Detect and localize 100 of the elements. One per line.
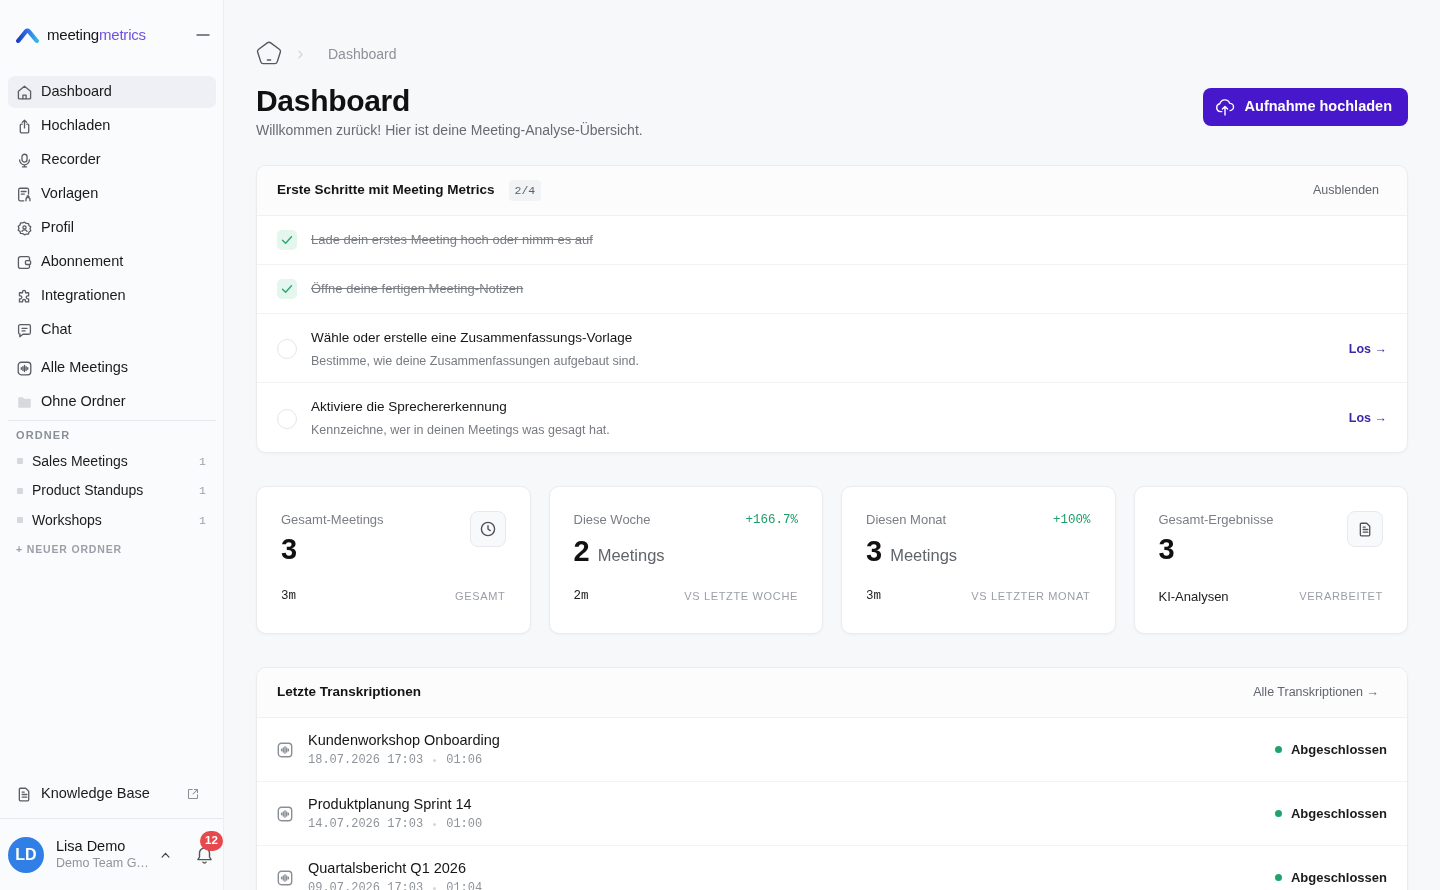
sidebar-item[interactable]: Hochladen	[8, 110, 216, 142]
transcription-date: 14.07.2026 17:03	[308, 816, 424, 833]
waveform-icon	[17, 360, 32, 376]
go-link[interactable]: Los →	[1348, 409, 1387, 428]
document-icon	[17, 786, 32, 802]
all-transcriptions-link[interactable]: Alle Transkriptionen →	[1253, 683, 1379, 702]
sidebar-item[interactable]: Abonnement	[8, 246, 216, 278]
page-subtitle: Willkommen zurück! Hier ist deine Meeting-Analyse-Übersicht.	[256, 121, 643, 140]
progress-badge: 2/4	[508, 179, 542, 202]
folders-heading: ORDNER	[15, 428, 72, 443]
transcription-row[interactable]: Produktplanung Sprint 14 14.07.2026 17:03 01:00 Abgeschlossen	[257, 782, 1407, 846]
transcription-duration: 01:00	[446, 816, 483, 833]
stat-footer: KI-Analysen	[1158, 586, 1229, 606]
page-title: Dashboard	[256, 83, 411, 119]
stat-label: Gesamt-Ergebnisse	[1158, 511, 1274, 529]
check-icon	[281, 235, 293, 245]
stat-value: 3	[281, 533, 298, 565]
transcription-row[interactable]: Kundenworkshop Onboarding 18.07.2026 17:03 01:06 Abgeschlossen	[257, 718, 1407, 782]
stat-value: 3	[866, 535, 883, 567]
stat-label: Diesen Monat	[866, 511, 947, 529]
logo-icon	[16, 27, 39, 43]
step-description: Bestimme, wie deine Zusammenfassungen aufgebaut sind.	[311, 352, 639, 370]
folder-item[interactable]: Sales Meetings 1	[0, 446, 223, 476]
trend-value: +100%	[1053, 512, 1091, 529]
go-link[interactable]: Los →	[1348, 339, 1387, 359]
stat-footer: 3m	[866, 587, 881, 606]
stat-caption: VS LETZTER MONAT	[971, 589, 1091, 605]
stat-caption: GESAMT	[455, 589, 506, 605]
document-icon	[1347, 511, 1383, 547]
stat-value: 3	[1158, 533, 1175, 565]
transcription-title: Produktplanung Sprint 14	[308, 795, 473, 814]
stat-label: Gesamt-Meetings	[281, 511, 384, 529]
trend-value: +166.7%	[745, 512, 798, 529]
hide-link[interactable]: Ausblenden	[1312, 181, 1379, 200]
step-description: Kennzeichne, wer in deinen Meetings was gesagt hat.	[311, 422, 610, 439]
check-icon	[281, 284, 293, 294]
status-text: Abgeschlossen	[1290, 740, 1387, 759]
separator-dot-icon	[433, 822, 437, 826]
breadcrumb-current: Dashboard	[328, 44, 397, 64]
user-avatar[interactable]: LD	[8, 836, 44, 873]
stat-unit: Meetings	[890, 545, 958, 566]
chat-icon	[17, 322, 32, 338]
transcription-title: Quartalsbericht Q1 2026	[308, 859, 467, 878]
document-icon	[17, 186, 32, 202]
square-bullet-icon	[17, 517, 23, 524]
card-title: Erste Schritte mit Meeting Metrics	[277, 181, 495, 200]
team-name: Demo Team G…	[56, 855, 149, 872]
sidebar-item[interactable]: Integrationen	[8, 280, 216, 312]
sidebar-item[interactable]: Chat	[8, 314, 216, 346]
folder-icon	[17, 394, 32, 410]
upload-button[interactable]: Aufnahme hochladen	[1202, 88, 1408, 126]
knowledge-base-link[interactable]: Knowledge Base	[8, 778, 208, 810]
upload-icon	[17, 118, 32, 134]
bell-icon[interactable]	[196, 846, 213, 865]
status-text: Abgeschlossen	[1290, 804, 1387, 823]
sidebar-item[interactable]: Recorder	[8, 144, 216, 176]
waveform-icon	[277, 805, 293, 822]
puzzle-icon	[17, 288, 32, 304]
square-bullet-icon	[17, 487, 23, 494]
logo-text: meetingmetrics	[47, 24, 146, 45]
folder-count: 1	[199, 453, 206, 470]
user-badge-icon	[17, 220, 32, 236]
home-icon[interactable]	[256, 41, 282, 67]
status-text: Abgeschlossen	[1290, 868, 1387, 887]
notification-badge: 12	[200, 831, 223, 851]
folder-item[interactable]: Workshops 1	[0, 505, 223, 535]
transcription-title: Kundenworkshop Onboarding	[308, 731, 500, 750]
square-bullet-icon	[17, 458, 23, 465]
folder-count: 1	[199, 512, 206, 529]
home-icon	[17, 84, 32, 100]
external-link-icon	[187, 788, 199, 800]
step-title: Wähle oder erstelle eine Zusammenfassungs-Vorlage	[311, 328, 634, 347]
step-checkbox[interactable]	[277, 230, 297, 250]
microphone-icon	[17, 152, 32, 168]
step-checkbox[interactable]	[277, 279, 297, 299]
stat-value: 2	[573, 535, 590, 567]
folder-item[interactable]: Product Standups 1	[0, 476, 223, 506]
separator-dot-icon	[433, 758, 437, 762]
sidebar-item[interactable]: Ohne Ordner	[8, 386, 216, 418]
transcription-duration: 01:06	[446, 752, 483, 769]
minus-icon[interactable]	[196, 33, 210, 37]
card-title: Letzte Transkriptionen	[277, 683, 422, 702]
cloud-upload-icon	[1214, 98, 1235, 116]
transcription-date: 18.07.2026 17:03	[308, 752, 424, 769]
stat-label: Diese Woche	[573, 511, 651, 529]
sidebar-item[interactable]: Profil	[8, 212, 216, 244]
step-title: Lade dein erstes Meeting hoch oder nimm es auf	[311, 231, 593, 249]
folder-count: 1	[199, 483, 206, 500]
sidebar-item[interactable]: Vorlagen	[8, 178, 216, 210]
stat-unit: Meetings	[597, 545, 665, 566]
user-name: Lisa Demo	[56, 837, 127, 855]
stat-caption: VERARBEITET	[1299, 589, 1383, 604]
chevron-up-icon[interactable]	[161, 851, 170, 858]
waveform-icon	[277, 741, 293, 758]
sidebar-item[interactable]: Alle Meetings	[8, 352, 216, 384]
chevron-right-icon	[298, 49, 303, 59]
wallet-icon	[17, 254, 32, 270]
step-title: Öffne deine fertigen Meeting-Notizen	[311, 280, 524, 298]
sidebar-item[interactable]: Dashboard	[8, 76, 216, 108]
stat-footer: 3m	[281, 587, 296, 606]
